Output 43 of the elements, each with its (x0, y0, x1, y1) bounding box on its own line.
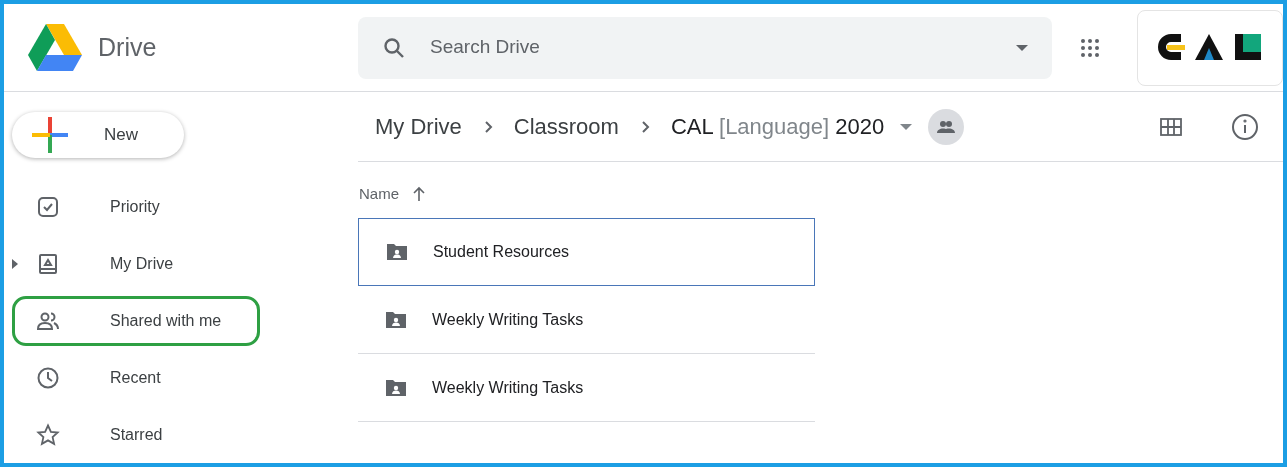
sidebar-label: Shared with me (110, 310, 222, 331)
info-icon[interactable] (1231, 112, 1259, 141)
folder-row[interactable]: Student Resources (358, 218, 815, 286)
folder-name: Weekly Writing Tasks (432, 309, 584, 330)
plus-icon (32, 117, 68, 153)
new-button[interactable]: New (12, 112, 184, 158)
search-icon (382, 35, 406, 60)
drive-logo-icon (28, 23, 82, 72)
shared-folder-icon (385, 242, 409, 262)
current-folder-title[interactable]: CAL [Language] 2020 (670, 110, 885, 143)
shared-people-icon[interactable] (928, 108, 965, 145)
sidebar-item[interactable]: Recent (12, 352, 260, 403)
folder-name: Student Resources (433, 242, 570, 262)
dropdown-caret-icon[interactable] (900, 122, 913, 131)
folder-row[interactable]: Weekly Writing Tasks (358, 354, 815, 422)
star-icon (36, 422, 60, 447)
folder-name: Weekly Writing Tasks (432, 377, 584, 398)
sidebar-label: Starred (110, 424, 163, 445)
search-bar[interactable]: Search Drive (358, 16, 1052, 79)
clock-icon (36, 365, 60, 390)
sidebar-item[interactable]: Shared with me (12, 295, 260, 346)
sidebar-label: Recent (110, 367, 161, 388)
apps-grid-icon[interactable] (1080, 37, 1100, 58)
sidebar-item[interactable]: Priority (12, 181, 260, 232)
dropdown-caret-icon[interactable] (1016, 43, 1028, 52)
checkbox-icon (36, 194, 60, 219)
app-name: Drive (98, 31, 157, 63)
column-header[interactable]: Name (359, 182, 399, 206)
search-field[interactable]: Search Drive (430, 33, 992, 62)
sidebar-item[interactable]: My Drive (12, 238, 260, 289)
shared-folder-icon (384, 309, 408, 330)
grid-view-icon[interactable] (1159, 116, 1183, 137)
expand-arrow-icon[interactable] (12, 258, 18, 269)
drive-folder-icon (36, 251, 60, 276)
folder-row[interactable]: Weekly Writing Tasks (358, 286, 815, 354)
sidebar-label: My Drive (110, 253, 174, 274)
account-logo[interactable] (1137, 9, 1283, 86)
breadcrumb-link[interactable]: My Drive (375, 110, 462, 143)
shared-folder-icon (384, 377, 408, 398)
sidebar-item[interactable]: Starred (12, 409, 260, 460)
sort-up-arrow-icon[interactable] (411, 186, 427, 202)
breadcrumb-link[interactable]: Classroom (513, 110, 619, 143)
sidebar-label: Priority (110, 196, 160, 217)
